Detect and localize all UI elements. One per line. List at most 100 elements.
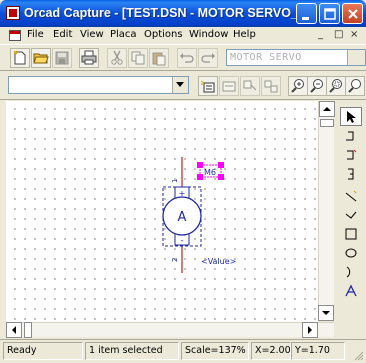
horizontal-scrollbar[interactable]	[6, 322, 334, 338]
menu-help[interactable]: Help	[233, 29, 256, 40]
arrow-pointer-icon	[347, 111, 356, 123]
place-bus-tool-button[interactable]	[340, 164, 362, 183]
zoom-out-button[interactable]	[307, 76, 327, 96]
scroll-right-button[interactable]	[302, 322, 318, 338]
place-wire-tool-button[interactable]	[340, 145, 362, 164]
doc-restore-button[interactable]: □	[334, 29, 343, 40]
minimize-button[interactable]	[296, 3, 317, 24]
place-part-button[interactable]	[198, 76, 218, 96]
annotate-button[interactable]	[240, 76, 260, 96]
menu-placa[interactable]: Placa	[110, 29, 137, 40]
zoom-out-icon	[310, 79, 323, 93]
line-tool-icon	[345, 190, 357, 202]
part-name-field[interactable]: MOTOR SERVO	[226, 49, 366, 66]
open-button[interactable]	[31, 48, 51, 68]
close-button[interactable]	[342, 3, 363, 24]
status-y-coord: Y=1.70	[291, 342, 345, 360]
minimize-icon	[302, 17, 309, 20]
place-wire-button[interactable]	[219, 76, 239, 96]
annotate-icon	[243, 80, 257, 91]
part-value: <Value>	[201, 257, 236, 266]
window-title: Orcad Capture - [TEST.DSN - MOTOR SERVO_…	[24, 6, 310, 20]
polyline-tool-icon	[345, 211, 357, 219]
place-rectangle-tool-button[interactable]	[340, 224, 362, 243]
menu-bar: File Edit View Placa Options Window Help…	[0, 27, 366, 44]
redo-icon	[201, 53, 215, 63]
zoom-all-button[interactable]	[345, 76, 365, 96]
save-button[interactable]	[52, 48, 72, 68]
maximize-button[interactable]	[319, 3, 340, 24]
netlist-icon	[264, 80, 278, 93]
redo-button[interactable]	[198, 48, 218, 68]
vertical-scrollbar[interactable]	[318, 101, 335, 322]
new-page-icon	[13, 50, 26, 65]
undo-button[interactable]	[177, 48, 197, 68]
doc-minimize-button[interactable]: _	[318, 29, 323, 40]
horizontal-scroll-thumb[interactable]	[24, 322, 32, 338]
zoom-all-icon	[348, 79, 361, 93]
arrow-up-icon	[323, 107, 331, 111]
document-icon[interactable]	[9, 30, 21, 41]
save-disk-icon	[55, 51, 69, 65]
motor-part[interactable]: A + - 1 2 M6 <Value>	[6, 101, 318, 322]
place-ellipse-tool-button[interactable]	[340, 243, 362, 262]
part-field-dropdown[interactable]	[347, 50, 365, 65]
status-ready: Ready	[3, 342, 83, 360]
netlist-button[interactable]	[261, 76, 281, 96]
schematic-icon	[222, 81, 236, 92]
part-tool-icon	[346, 131, 354, 141]
schematic-canvas[interactable]: A + - 1 2 M6 <Value>	[6, 101, 334, 322]
rectangle-tool-icon	[345, 228, 357, 240]
close-icon	[348, 9, 358, 19]
place-part-icon	[200, 80, 215, 93]
tool-palette	[340, 101, 362, 301]
cut-button[interactable]	[107, 48, 127, 68]
menu-edit[interactable]: Edit	[53, 29, 72, 40]
bus-tool-icon	[348, 168, 354, 180]
status-bar: Ready 1 item selected Scale=137% X=2.00 …	[0, 339, 366, 363]
menu-options[interactable]: Options	[144, 29, 183, 40]
zoom-area-button[interactable]	[326, 76, 346, 96]
printer-icon	[81, 50, 97, 65]
combo-dropdown-button[interactable]	[172, 77, 188, 93]
scroll-down-corner[interactable]	[318, 305, 334, 322]
menu-view[interactable]: View	[80, 29, 104, 40]
select-tool-button[interactable]	[340, 107, 362, 126]
paste-icon	[152, 52, 166, 66]
scroll-up-button[interactable]	[319, 101, 335, 117]
copy-icon	[131, 51, 145, 65]
resize-grip-icon[interactable]	[352, 349, 364, 361]
paste-button[interactable]	[149, 48, 169, 68]
place-text-tool-button[interactable]	[340, 281, 362, 300]
drawing-toolbar	[0, 72, 366, 100]
copy-button[interactable]	[128, 48, 148, 68]
arrow-right-icon	[308, 326, 312, 334]
title-bar[interactable]: Orcad Capture - [TEST.DSN - MOTOR SERVO_…	[0, 0, 366, 27]
place-arc-tool-button[interactable]	[340, 262, 362, 281]
vertical-scroll-thumb[interactable]	[320, 119, 334, 127]
new-page-button[interactable]	[10, 48, 30, 68]
arc-tool-icon	[346, 266, 351, 278]
part-reference-combo[interactable]	[8, 76, 189, 94]
scroll-left-button[interactable]	[6, 322, 22, 338]
place-polyline-tool-button[interactable]	[340, 205, 362, 224]
doc-close-button[interactable]: ×	[350, 29, 358, 40]
zoom-in-icon	[291, 79, 304, 93]
scroll-down-button[interactable]	[318, 305, 334, 321]
zoom-in-button[interactable]	[288, 76, 308, 96]
pin2-number: 2	[171, 258, 179, 262]
scissors-icon	[111, 50, 123, 65]
place-line-tool-button[interactable]	[340, 186, 362, 205]
selection-handle	[197, 162, 203, 168]
zoom-area-icon	[329, 79, 342, 93]
part-reference: M6	[204, 168, 216, 177]
arrow-down-icon	[322, 311, 330, 315]
menu-window[interactable]: Window	[189, 29, 228, 40]
open-folder-icon	[33, 53, 49, 64]
place-part-tool-button[interactable]	[340, 126, 362, 145]
orcad-app-icon[interactable]	[6, 6, 20, 20]
print-button[interactable]	[79, 48, 99, 68]
menu-file[interactable]: File	[27, 29, 44, 40]
pin1-number: 1	[171, 179, 179, 183]
status-selection: 1 item selected	[85, 342, 179, 360]
